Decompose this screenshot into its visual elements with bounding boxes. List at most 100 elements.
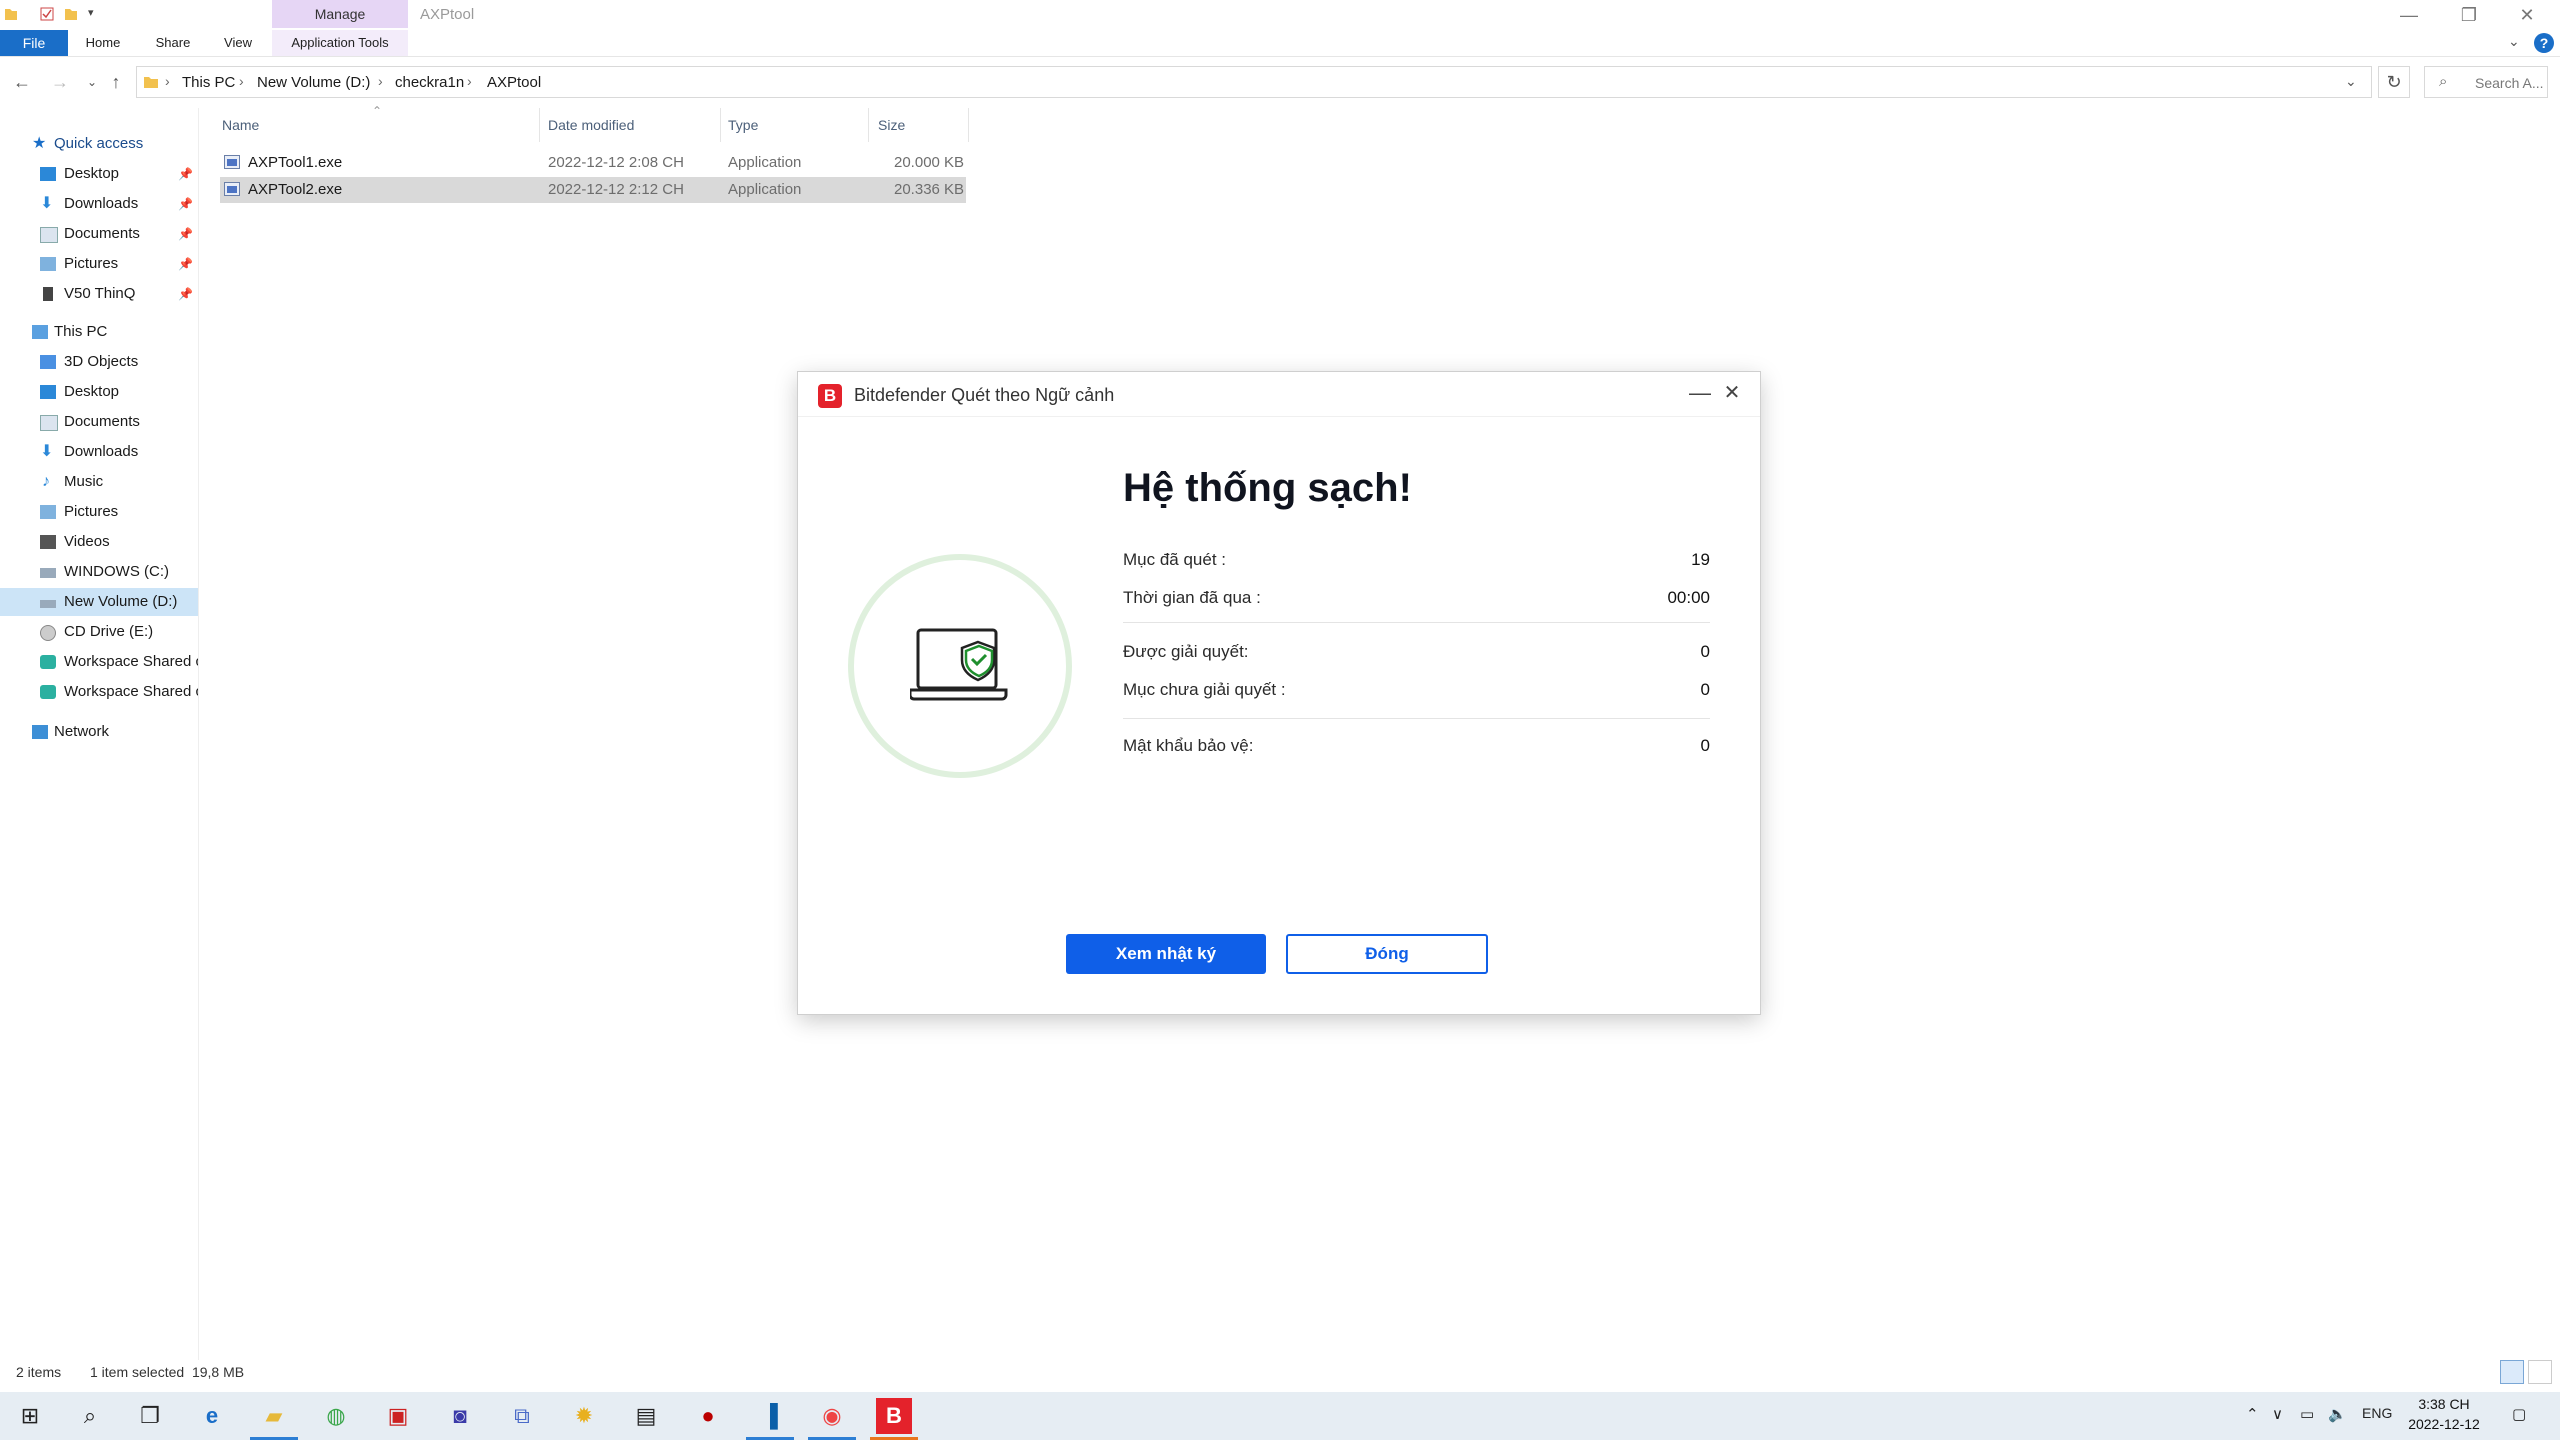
- vpn-icon[interactable]: ∨: [2272, 1405, 2283, 1423]
- chrome-icon[interactable]: ◉: [814, 1398, 850, 1434]
- file-row[interactable]: AXPTool2.exe 2022-12-12 2:12 CH Applicat…: [220, 177, 966, 203]
- app-blue-icon[interactable]: ◙: [442, 1398, 478, 1434]
- column-divider[interactable]: [720, 108, 721, 142]
- column-header-name[interactable]: Name: [222, 112, 259, 138]
- app-character-icon[interactable]: ✹: [566, 1398, 602, 1434]
- nav-music[interactable]: ♪ Music: [0, 468, 198, 496]
- network-icon: [32, 725, 48, 739]
- tab-share[interactable]: Share: [148, 30, 198, 56]
- nav-workspace-shared-1[interactable]: Workspace Shared c: [0, 648, 198, 676]
- start-windows-icon[interactable]: ⊞: [12, 1398, 48, 1434]
- new-folder-icon[interactable]: [64, 6, 78, 22]
- star-icon: ★: [32, 135, 47, 152]
- cube-icon: [40, 355, 56, 369]
- refresh-button[interactable]: ↻: [2378, 66, 2410, 98]
- recorder-app-icon[interactable]: ▣: [380, 1398, 416, 1434]
- expand-ribbon-icon[interactable]: ⌄: [2508, 33, 2520, 50]
- clock[interactable]: 3:38 CH 2022-12-12: [2396, 1394, 2492, 1434]
- column-header-date[interactable]: Date modified: [548, 112, 634, 138]
- notifications-icon[interactable]: ▢: [2512, 1405, 2526, 1423]
- task-view-icon[interactable]: ❐: [132, 1398, 168, 1434]
- computer-icon: [32, 325, 48, 339]
- properties-icon[interactable]: [40, 6, 54, 22]
- nav-documents[interactable]: Documents: [0, 408, 198, 436]
- up-arrow-icon[interactable]: ↑: [104, 70, 128, 94]
- restore-button[interactable]: ❐: [2446, 2, 2492, 28]
- qat-dropdown-icon[interactable]: ▾: [88, 6, 94, 19]
- column-divider[interactable]: [539, 108, 540, 142]
- nav-pictures[interactable]: Pictures: [0, 498, 198, 526]
- tab-home[interactable]: Home: [78, 30, 128, 56]
- app-red-circle-icon[interactable]: ●: [690, 1398, 726, 1434]
- pin-icon[interactable]: 📌: [178, 190, 193, 218]
- nav-desktop[interactable]: Desktop: [0, 378, 198, 406]
- file-row[interactable]: AXPTool1.exe 2022-12-12 2:08 CH Applicat…: [220, 150, 966, 176]
- application-icon: [224, 155, 240, 169]
- tab-application-tools[interactable]: Application Tools: [272, 30, 408, 56]
- drive-icon: [40, 600, 56, 608]
- nav-quick-v50[interactable]: V50 ThinQ 📌: [0, 280, 198, 308]
- app-green-icon[interactable]: ◍: [318, 1398, 354, 1434]
- edge-browser-icon[interactable]: e: [194, 1398, 230, 1434]
- nav-cd-drive-e[interactable]: CD Drive (E:): [0, 618, 198, 646]
- breadcrumb-checkra1n[interactable]: checkra1n: [395, 74, 464, 91]
- dialog-close-button[interactable]: ✕: [1718, 378, 1746, 408]
- dialog-minimize-button[interactable]: —: [1686, 378, 1714, 408]
- details-view-icon[interactable]: [2500, 1360, 2524, 1384]
- column-header-type[interactable]: Type: [728, 112, 758, 138]
- pin-icon[interactable]: 📌: [178, 220, 193, 248]
- nav-quick-documents[interactable]: Documents 📌: [0, 220, 198, 248]
- close-button[interactable]: ✕: [2504, 2, 2550, 28]
- tab-file[interactable]: File: [0, 30, 68, 56]
- column-divider[interactable]: [968, 108, 969, 142]
- sort-ascending-icon: ⌃: [372, 104, 383, 118]
- show-hidden-icons-icon[interactable]: ⌃: [2246, 1405, 2259, 1423]
- manage-context-tab[interactable]: Manage: [272, 0, 408, 28]
- stat-value: 0: [1700, 736, 1710, 755]
- nav-quick-access[interactable]: ★ Quick access: [0, 130, 198, 158]
- app-bracket-icon[interactable]: ▐: [752, 1398, 788, 1434]
- view-log-button[interactable]: Xem nhật ký: [1066, 934, 1266, 974]
- nav-this-pc[interactable]: This PC: [0, 318, 198, 346]
- pin-icon[interactable]: 📌: [178, 160, 193, 188]
- search-placeholder[interactable]: Search A...: [2475, 75, 2543, 91]
- minimize-button[interactable]: —: [2386, 2, 2432, 28]
- nav-quick-downloads[interactable]: ⬇ Downloads 📌: [0, 190, 198, 218]
- help-icon[interactable]: ?: [2534, 33, 2554, 53]
- column-divider[interactable]: [868, 108, 869, 142]
- search-icon[interactable]: ⌕: [72, 1398, 108, 1434]
- app-dark-icon[interactable]: ▤: [628, 1398, 664, 1434]
- nav-videos[interactable]: Videos: [0, 528, 198, 556]
- volume-icon[interactable]: 🔈: [2328, 1405, 2347, 1423]
- pin-icon[interactable]: 📌: [178, 280, 193, 308]
- nav-network[interactable]: Network: [0, 718, 198, 746]
- nav-3d-objects[interactable]: 3D Objects: [0, 348, 198, 376]
- search-box[interactable]: ⌕ Search A...: [2424, 66, 2548, 98]
- breadcrumb-axptool[interactable]: AXPtool: [487, 74, 541, 91]
- nav-quick-pictures[interactable]: Pictures 📌: [0, 250, 198, 278]
- nav-workspace-shared-2[interactable]: Workspace Shared c: [0, 678, 198, 706]
- back-arrow-icon[interactable]: ←: [10, 70, 34, 94]
- address-dropdown-icon[interactable]: ⌄: [2345, 73, 2357, 90]
- breadcrumb-new-volume[interactable]: New Volume (D:): [257, 74, 370, 91]
- column-header-size[interactable]: Size: [878, 112, 905, 138]
- nav-new-volume-d[interactable]: New Volume (D:): [0, 588, 198, 616]
- pin-icon[interactable]: 📌: [178, 250, 193, 278]
- nav-downloads[interactable]: ⬇ Downloads: [0, 438, 198, 466]
- tab-view[interactable]: View: [214, 30, 262, 56]
- network-tool-icon[interactable]: ⧉: [504, 1398, 540, 1434]
- nav-quick-desktop[interactable]: Desktop 📌: [0, 160, 198, 188]
- divider: [798, 416, 1760, 417]
- close-dialog-button[interactable]: Đóng: [1286, 934, 1488, 974]
- large-icons-view-icon[interactable]: [2528, 1360, 2552, 1384]
- forward-arrow-icon[interactable]: →: [48, 70, 72, 94]
- desktop-icon: [40, 167, 56, 181]
- network-status-icon[interactable]: ▭: [2300, 1405, 2314, 1423]
- recent-locations-icon[interactable]: ⌄: [80, 70, 104, 94]
- breadcrumb-this-pc[interactable]: This PC: [182, 74, 235, 91]
- bitdefender-taskbar-icon[interactable]: B: [876, 1398, 912, 1434]
- address-bar[interactable]: › This PC › New Volume (D:) › checkra1n …: [136, 66, 2372, 98]
- nav-windows-c[interactable]: WINDOWS (C:): [0, 558, 198, 586]
- file-explorer-icon[interactable]: ▰: [256, 1398, 292, 1434]
- input-language[interactable]: ENG: [2362, 1405, 2392, 1421]
